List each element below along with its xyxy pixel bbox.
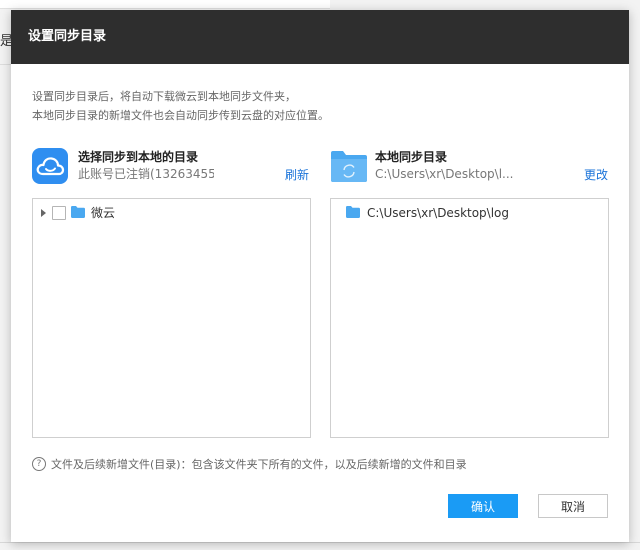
folder-icon [71,206,85,218]
change-link[interactable]: 更改 [584,167,608,183]
background-toolbar [0,0,330,9]
sync-note: 文件及后续新增文件(目录)：包含该文件夹下所有的文件，以及后续新增的文件和目录 [51,458,467,471]
cloud-directory-tree[interactable]: 微云 [32,198,311,438]
left-section-title: 选择同步到本地的目录 [78,150,199,164]
weiyun-cloud-icon [32,148,68,184]
tree-item-label[interactable]: C:\Users\xr\Desktop\log [367,205,509,221]
sync-folder-icon [330,149,368,183]
refresh-link[interactable]: 刷新 [285,167,309,183]
tree-row[interactable]: 微云 [33,203,310,223]
cancel-button[interactable]: 取消 [538,494,608,518]
confirm-button[interactable]: 确认 [448,494,518,518]
tree-item-label[interactable]: 微云 [91,205,115,221]
help-icon: ? [32,457,46,471]
local-directory-tree[interactable]: C:\Users\xr\Desktop\log [330,198,609,438]
local-sync-path: C:\Users\xr\Desktop\l... [375,167,514,181]
left-section-account: 此账号已注销(13263455 [78,167,214,181]
tree-item-checkbox[interactable] [52,206,66,220]
background-bottom-divider [0,542,640,543]
folder-icon [346,206,360,218]
dialog-header: 设置同步目录 [11,10,629,64]
sync-directory-dialog: 设置同步目录 设置同步目录后，将自动下载微云到本地同步文件夹， 本地同步目录的新… [11,10,629,542]
tree-row[interactable]: C:\Users\xr\Desktop\log [331,203,608,223]
dialog-title: 设置同步目录 [28,29,107,44]
expand-arrow-icon[interactable] [41,209,46,217]
dialog-description-line1: 设置同步目录后，将自动下载微云到本地同步文件夹， [32,90,296,103]
dialog-description-line2: 本地同步目录的新增文件也会自动同步传到云盘的对应位置。 [32,109,329,122]
right-section-title: 本地同步目录 [375,150,448,164]
